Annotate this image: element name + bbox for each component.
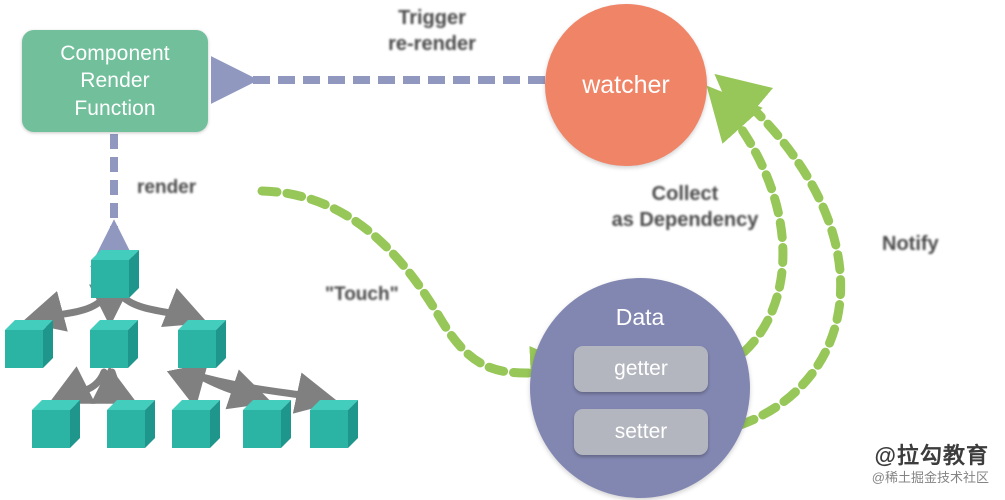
tree-cube-l1-c (178, 320, 226, 368)
tree-cube-l1-a (5, 320, 53, 368)
tree-cube-l2-c (172, 400, 220, 448)
watermark-primary: @拉勾教育 (874, 443, 989, 468)
edge-label-render: render (137, 177, 197, 198)
watcher-label: watcher (582, 70, 670, 99)
component-render-function-label: Component Render Function (60, 42, 170, 120)
getter-label: getter (614, 357, 668, 380)
watermark-secondary: @稀土掘金技术社区 (871, 470, 989, 485)
watcher-node[interactable]: watcher (545, 4, 707, 166)
diagram-canvas: Component Render Function watcher Data g… (0, 0, 1005, 500)
tree-cube-root (91, 250, 139, 298)
component-render-function-box[interactable]: Component Render Function (22, 30, 208, 132)
getter-box[interactable]: getter (574, 346, 708, 392)
watermark: @拉勾教育 @稀土掘金技术社区 (872, 438, 989, 486)
edge-label-collect-as-dependency: Collect as Dependency (611, 183, 759, 231)
tree-cube-l2-d (243, 400, 291, 448)
edge-label-touch: "Touch" (325, 284, 399, 305)
tree-cube-l2-b (107, 400, 155, 448)
tree-cube-l2-e (310, 400, 358, 448)
setter-box[interactable]: setter (574, 409, 708, 455)
data-label: Data (615, 304, 665, 330)
tree-cube-l1-b (90, 320, 138, 368)
edge-label-notify: Notify (882, 233, 939, 255)
data-node[interactable]: Data getter setter (530, 278, 750, 498)
edge-label-trigger-re-render: Trigger re-render (388, 7, 476, 55)
setter-label: setter (614, 420, 668, 443)
tree-cube-l2-a (32, 400, 80, 448)
